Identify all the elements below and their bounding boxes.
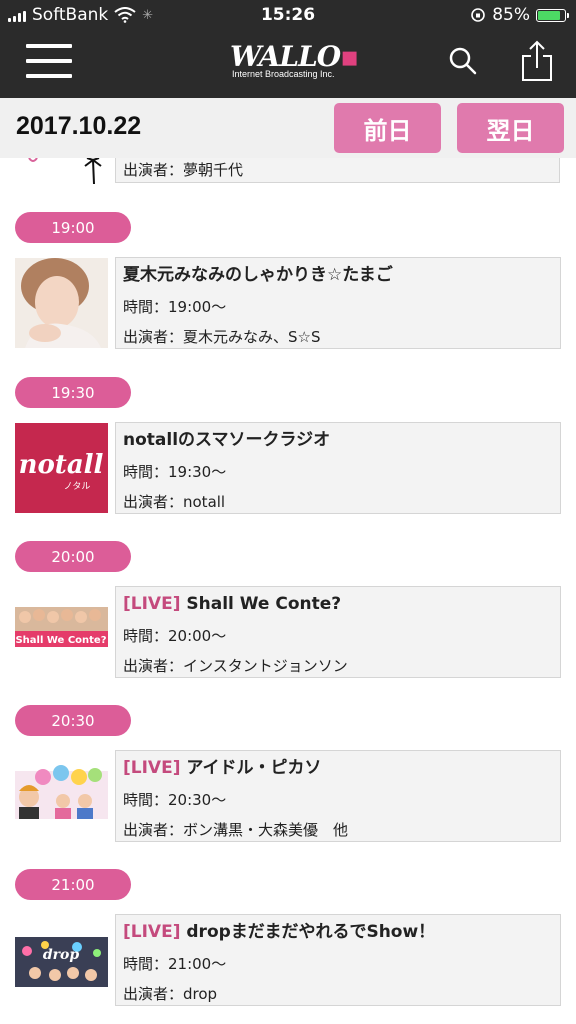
share-icon[interactable] (520, 40, 554, 82)
svg-text:drop: drop (43, 947, 80, 963)
orientation-lock-icon (471, 8, 486, 22)
hamburger-icon[interactable] (26, 44, 72, 84)
program-title: [LIVE] Shall We Conte? (123, 594, 342, 614)
time-slot: 21:00 drop [LIVE] dropまだまだやれるでShow！ 時間：2… (0, 869, 576, 1024)
time-pill: 21:00 (15, 869, 131, 900)
program-thumbnail[interactable]: drop (15, 915, 108, 1005)
program-time: 時間：19:00〜 (123, 298, 227, 316)
time-slot: 19:00 夏木元みなみのしゃかりき☆たまご 時間：19:00〜 出演者：夏木元… (0, 212, 576, 376)
time-pill: 20:30 (15, 705, 131, 736)
program-card[interactable]: [LIVE] Shall We Conte? 時間：20:00〜 出演者：インス… (115, 586, 561, 678)
program-title: notallのスマソークラジオ (123, 430, 331, 450)
svg-text:Shall We Conte?: Shall We Conte? (15, 635, 106, 646)
time-pill: 19:00 (15, 212, 131, 243)
program-performers: 出演者：ボン溝黒・大森美優 他 (123, 821, 349, 839)
current-date: 2017.10.22 (16, 112, 142, 140)
app-header: WALLO▪ Internet Broadcasting Inc. (0, 32, 576, 98)
status-bar: SoftBank ✳ 15:26 85% (0, 0, 576, 32)
program-performers: 出演者：夢朝千代 (123, 161, 244, 179)
time-pill: 20:00 (15, 541, 131, 572)
search-icon[interactable] (448, 46, 478, 76)
time-slot: 20:30 [LIVE] アイドル・ピカソ 時間：20:30〜 出演者：ボン溝黒… (0, 705, 576, 869)
wallo-logo[interactable]: WALLO▪ Internet Broadcasting Inc. (230, 40, 359, 90)
program-thumbnail[interactable] (15, 258, 108, 348)
live-badge: [LIVE] (123, 594, 181, 614)
program-card[interactable]: notallのスマソークラジオ 時間：19:30〜 出演者：notall (115, 422, 561, 514)
next-day-button[interactable]: 翌日 (457, 103, 564, 153)
program-list: 出演者：夢朝千代 19:00 夏木元みなみのしゃかりき☆たまご 時間：19:00… (0, 158, 576, 1024)
program-card[interactable]: [LIVE] dropまだまだやれるでShow！ 時間：21:00〜 出演者：d… (115, 914, 561, 1006)
previous-day-button[interactable]: 前日 (334, 103, 441, 153)
program-time: 時間：21:00〜 (123, 955, 227, 973)
program-card[interactable]: [LIVE] アイドル・ピカソ 時間：20:30〜 出演者：ボン溝黒・大森美優 … (115, 750, 561, 842)
program-time: 時間：19:30〜 (123, 463, 227, 481)
svg-text:ノタル: ノタル (64, 481, 91, 492)
program-title: [LIVE] dropまだまだやれるでShow！ (123, 922, 436, 942)
program-performers: 出演者：drop (123, 985, 218, 1003)
program-card[interactable]: 出演者：夢朝千代 (115, 158, 560, 183)
battery-percent: 85% (492, 5, 530, 25)
time-slot: 20:00 Shall We Conte? [LIVE] Shall We Co… (0, 541, 576, 705)
svg-text:notall: notall (19, 450, 104, 480)
battery-icon (536, 8, 569, 22)
logo-subtitle: Internet Broadcasting Inc. (232, 69, 335, 79)
live-badge: [LIVE] (123, 758, 181, 778)
time-pill: 19:30 (15, 377, 131, 408)
program-title: 夏木元みなみのしゃかりき☆たまご (123, 265, 393, 285)
program-performers: 出演者：notall (123, 493, 226, 511)
program-thumbnail[interactable] (15, 751, 108, 841)
program-performers: 出演者：インスタントジョンソン (123, 657, 348, 675)
program-card[interactable]: 夏木元みなみのしゃかりき☆たまご 時間：19:00〜 出演者：夏木元みなみ、S☆… (115, 257, 561, 349)
program-thumbnail[interactable] (15, 158, 107, 186)
program-thumbnail[interactable]: notall ノタル (15, 423, 108, 513)
program-time: 時間：20:00〜 (123, 627, 227, 645)
program-thumbnail[interactable]: Shall We Conte? (15, 587, 108, 677)
live-badge: [LIVE] (123, 922, 181, 942)
date-bar: 2017.10.22 前日 翌日 (0, 98, 576, 158)
program-time: 時間：20:30〜 (123, 791, 227, 809)
time-slot: 19:30 notall ノタル notallのスマソークラジオ 時間：19:3… (0, 377, 576, 541)
program-performers: 出演者：夏木元みなみ、S☆S (123, 328, 321, 346)
program-title: [LIVE] アイドル・ピカソ (123, 758, 322, 778)
